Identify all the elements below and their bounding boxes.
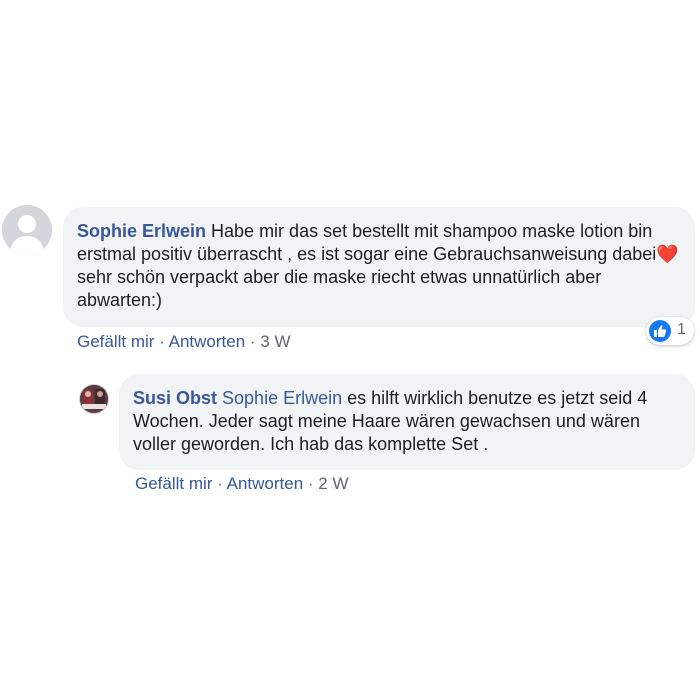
heart-emoji-icon: ❤️ (656, 244, 679, 264)
timestamp[interactable]: 3 W (260, 332, 290, 351)
reply-bubble: Susi Obst Sophie Erlwein es hilft wirkli… (119, 374, 695, 470)
reaction-count: 1 (677, 321, 686, 338)
avatar-susi[interactable] (79, 384, 109, 414)
comment-thread: Sophie Erlwein Habe mir das set bestellt… (0, 0, 700, 700)
like-link[interactable]: Gefällt mir (135, 474, 212, 493)
comment-actions: Gefällt mir · Antworten · 3 W (77, 332, 291, 352)
profile-photo-icon (80, 385, 108, 413)
reply-author[interactable]: Susi Obst (133, 388, 217, 408)
reaction-summary[interactable]: 1 (646, 317, 694, 345)
like-link[interactable]: Gefällt mir (77, 332, 154, 351)
reply-actions: Gefällt mir · Antworten · 2 W (135, 474, 349, 494)
avatar-sophie[interactable] (2, 205, 52, 255)
comment-bubble: Sophie Erlwein Habe mir das set bestellt… (63, 207, 695, 327)
separator: · (154, 332, 169, 351)
separator: · (212, 474, 227, 493)
reply-link[interactable]: Antworten (169, 332, 246, 351)
reply-link[interactable]: Antworten (227, 474, 304, 493)
mention-link[interactable]: Sophie Erlwein (222, 388, 342, 408)
timestamp[interactable]: 2 W (318, 474, 348, 493)
comment-author[interactable]: Sophie Erlwein (77, 221, 206, 241)
default-profile-icon (2, 205, 52, 255)
separator: · (245, 332, 261, 351)
separator: · (303, 474, 319, 493)
thumbs-up-icon (649, 320, 671, 342)
comment-text-continued: sehr schön verpackt aber die maske riech… (77, 267, 602, 310)
